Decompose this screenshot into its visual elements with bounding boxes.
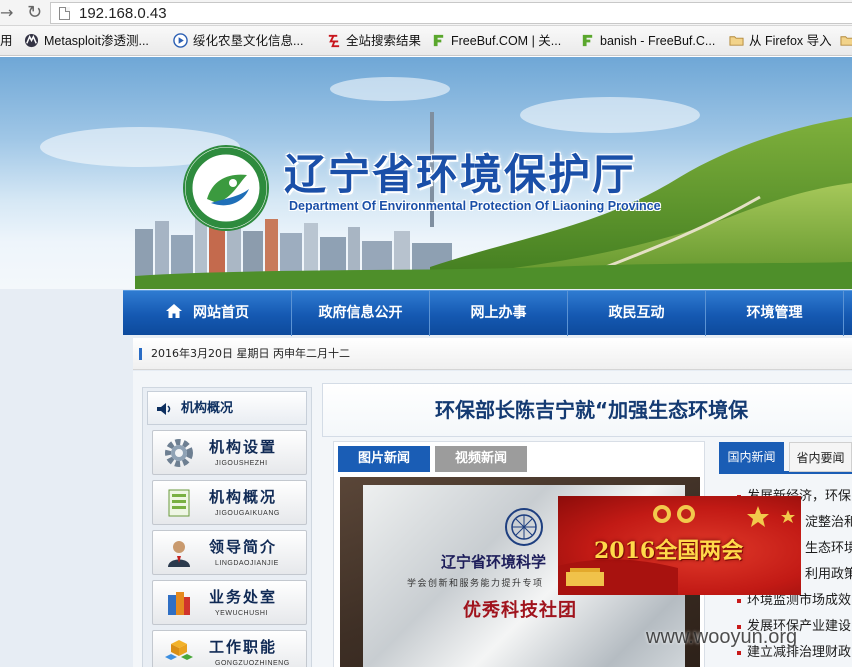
sidebar-item-pinyin: LINGDAOJIANJIE: [215, 560, 279, 567]
sidebar-item-org-overview[interactable]: 机构概况 JIGOUGAIKUANG: [152, 480, 307, 525]
tab-label: 省内要闻: [796, 451, 845, 465]
bookmark-item[interactable]: 用: [0, 26, 13, 55]
bookmark-item[interactable]: 绥化农垦文化信息...: [173, 26, 304, 55]
tab-label: 视频新闻: [454, 451, 507, 466]
headline-box: 环保部长陈吉宁就“加强生态环境保: [322, 383, 852, 437]
sidebar-item-label: 机构设置: [209, 438, 278, 456]
folder-icon: [729, 36, 744, 46]
url-input[interactable]: 192.168.0.43: [50, 2, 852, 24]
tab-label: 国内新闻: [727, 450, 776, 464]
sidebar-item-label: 机构概况: [209, 488, 278, 506]
sidebar-item-pinyin: JIGOUSHEZHI: [215, 460, 268, 467]
logo-leaf-icon: [207, 174, 249, 206]
bookmark-label: banish - FreeBuf.C...: [600, 34, 716, 48]
plaque-award: 优秀科技社团: [463, 600, 577, 621]
url-text[interactable]: 192.168.0.43: [79, 4, 167, 23]
speaker-icon: [157, 403, 171, 415]
main-navigation: 网站首页 政府信息公开 网上办事 政民互动 环境管理: [123, 290, 852, 336]
news-item-text: 环境监测市场成效: [747, 593, 852, 608]
society-emblem-icon: [505, 508, 543, 546]
freebuf-favicon-icon: [433, 34, 444, 47]
gear-icon: [165, 439, 193, 467]
nav-env-management[interactable]: 环境管理: [706, 291, 844, 336]
nav-gov-info[interactable]: 政府信息公开: [292, 291, 430, 336]
nav-online-service[interactable]: 网上办事: [430, 291, 568, 336]
ad-banner-text: 2016全国两会: [594, 538, 744, 564]
bookmark-label: FreeBuf.COM | 关...: [451, 34, 562, 48]
plaque-title: 辽宁省环境科学: [441, 553, 547, 571]
reload-icon[interactable]: ↻: [27, 3, 42, 23]
sidebar-item-label: 业务处室: [209, 588, 278, 606]
browser-address-bar: → ↻ 192.168.0.43: [0, 0, 852, 26]
tab-province-news[interactable]: 省内要闻: [789, 442, 852, 472]
news-item-text: 淀整治和: [805, 515, 852, 530]
back-arrow-icon[interactable]: →: [0, 3, 13, 23]
folder-icon: [840, 36, 852, 46]
document-list-icon: [168, 489, 190, 517]
person-icon: [168, 541, 190, 567]
bookmark-label: 用: [0, 34, 13, 48]
media-play-favicon-icon: [173, 33, 188, 48]
sidebar-item-label: 领导简介: [209, 538, 278, 556]
bookmark-item[interactable]: Metasploit渗透测...: [24, 26, 149, 55]
nav-label: 环境管理: [746, 305, 803, 321]
tab-photo-news[interactable]: 图片新闻: [338, 446, 430, 472]
home-icon: [166, 304, 182, 318]
nav-home[interactable]: 网站首页: [123, 291, 292, 336]
sidebar-header: 机构概况: [147, 391, 307, 425]
sidebar-item-org-setup[interactable]: 机构设置 JIGOUSHEZHI: [152, 430, 307, 475]
bookmark-item[interactable]: 全站搜索结果: [326, 26, 422, 55]
nav-label: 网站首页: [193, 305, 249, 321]
sidebar-item-label: 工作职能: [209, 638, 278, 656]
sidebar-item-functions[interactable]: 工作职能 GONGZUOZHINENG: [152, 630, 307, 667]
page-icon: [59, 7, 70, 20]
sidebar-item-pinyin: YEWUCHUSHI: [215, 610, 268, 617]
metasploit-favicon-icon: [24, 33, 39, 48]
site-subtitle: Department Of Environmental Protection O…: [289, 199, 661, 213]
cloud-shape: [330, 77, 450, 101]
date-bar: 2016年3月20日 星期日 丙申年二月十二: [133, 338, 852, 370]
headline-link[interactable]: 环保部长陈吉宁就“加强生态环境保: [435, 384, 748, 436]
tab-label: 图片新闻: [357, 451, 410, 466]
nav-label: 网上办事: [470, 305, 527, 321]
nav-interaction[interactable]: 政民互动: [568, 291, 706, 336]
bookmark-label: Metasploit渗透测...: [44, 34, 149, 48]
sidebar-item-pinyin: GONGZUOZHINENG: [215, 660, 290, 667]
bookmark-label: 从 Firefox 导入: [749, 34, 832, 48]
bookmark-overflow[interactable]: [840, 26, 852, 55]
date-text: 2016年3月20日 星期日 丙申年二月十二: [151, 347, 350, 360]
plaque-subtitle: 学会创新和服务能力提升专项: [407, 579, 544, 589]
site-title: 辽宁省环境保护厅: [284, 150, 637, 199]
grass-strip-image: [135, 262, 852, 289]
bookmarks-toolbar: 用 Metasploit渗透测... 绥化农垦文化信息... 全站搜索结果 Fr…: [0, 26, 852, 56]
tab-domestic-news[interactable]: 国内新闻: [719, 442, 784, 472]
sidebar-item-pinyin: JIGOUGAIKUANG: [215, 510, 280, 517]
sidebar-item-leaders[interactable]: 领导简介 LINGDAOJIANJIE: [152, 530, 307, 575]
date-marker: [139, 348, 142, 360]
nav-label: 政民互动: [608, 305, 665, 321]
two-sessions-ad-banner[interactable]: 2016全国两会: [558, 496, 801, 595]
watermark-text: www.wooyun.org: [646, 626, 798, 648]
freebuf-favicon-icon: [582, 34, 593, 47]
tab-video-news[interactable]: 视频新闻: [435, 446, 527, 472]
red-character-favicon-icon: [328, 34, 340, 48]
news-item-text: 利用政策: [805, 567, 852, 582]
cubes-icon: [165, 640, 193, 660]
sidebar: 机构概况 机构设置 JIGOUSHEZHI 机构概况 JIGOUGAIKUANG: [142, 387, 312, 667]
sidebar-item-departments[interactable]: 业务处室 YEWUCHUSHI: [152, 580, 307, 625]
news-item-text: 生态环境: [805, 541, 852, 556]
bookmark-item[interactable]: banish - FreeBuf.C...: [580, 26, 716, 55]
nav-label: 政府信息公开: [318, 305, 403, 321]
bookmark-item[interactable]: 从 Firefox 导入: [729, 26, 832, 55]
bookmark-label: 绥化农垦文化信息...: [193, 34, 304, 48]
site-banner: 辽宁省环境保护厅 Department Of Environmental Pro…: [0, 57, 852, 289]
bookmark-item[interactable]: FreeBuf.COM | 关...: [431, 26, 562, 55]
office-books-icon: [168, 592, 190, 615]
environment-logo: [183, 145, 269, 231]
sidebar-header-label: 机构概况: [181, 401, 234, 416]
bookmark-label: 全站搜索结果: [346, 34, 422, 48]
news-tabs: 国内新闻 省内要闻: [719, 438, 852, 474]
